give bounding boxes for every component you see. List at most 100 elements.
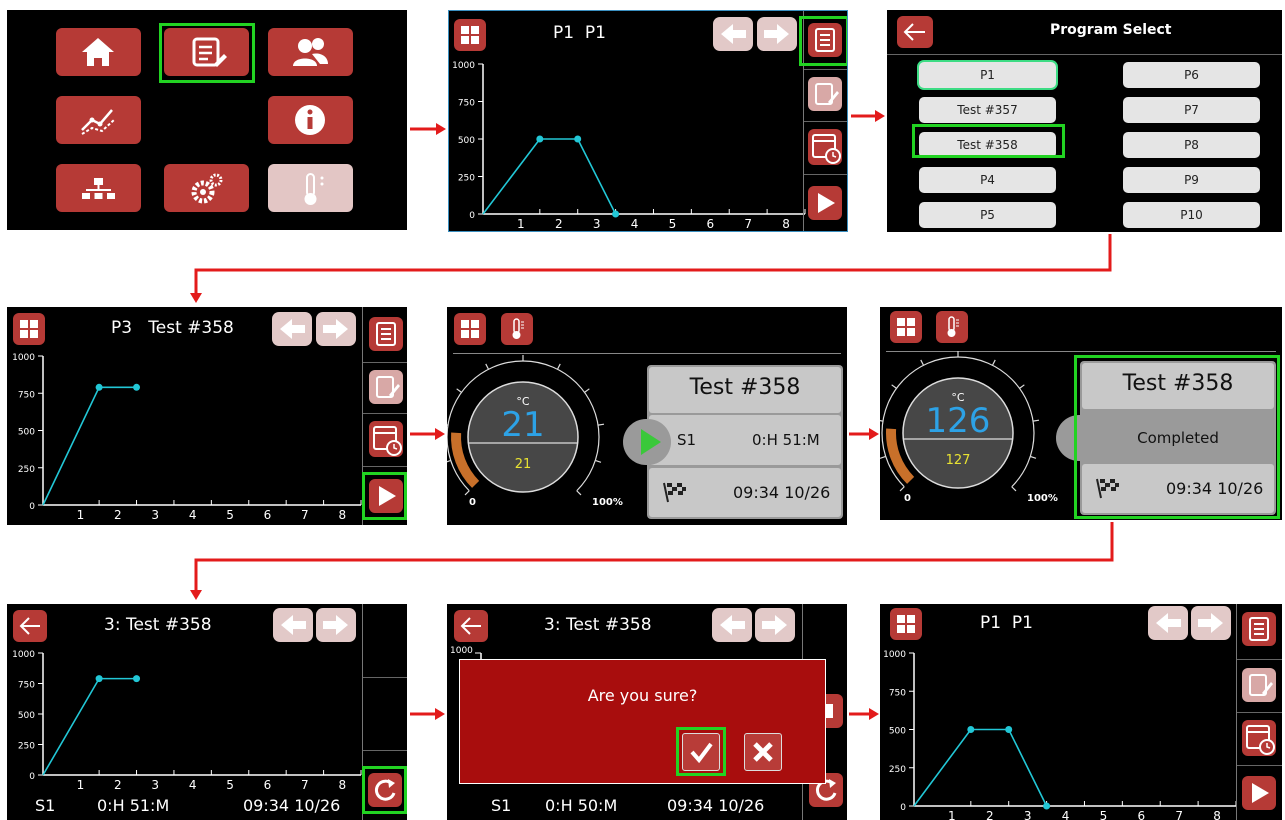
profile-line <box>42 677 137 776</box>
edit-program-button[interactable] <box>369 370 403 404</box>
program-right-0[interactable]: P6 <box>1123 62 1260 88</box>
arrow-7-8 <box>410 708 445 720</box>
y-tick-label: 500 <box>458 136 475 146</box>
schedule-button[interactable] <box>369 421 403 457</box>
profile-graph: 1000 750 500 250 0 1 2 3 4 5 6 7 8 <box>12 353 362 522</box>
list-icon <box>1249 617 1269 641</box>
users-button[interactable] <box>268 28 353 76</box>
end-time: 09:34 10/26 <box>667 796 765 815</box>
confirm-no-button[interactable] <box>744 733 782 771</box>
remaining-time: 0:H 50:M <box>545 796 618 815</box>
thermometer-button[interactable] <box>936 311 968 343</box>
close-icon <box>753 742 773 762</box>
calendar-clock-icon <box>1246 725 1275 755</box>
y-tick-label: 0 <box>469 211 475 221</box>
network-button[interactable] <box>56 164 141 212</box>
gauge-tick <box>920 359 925 366</box>
x-tick-label: 6 <box>706 217 714 231</box>
program-left-1[interactable]: Test #357 <box>919 97 1056 123</box>
arrow-4-5 <box>410 428 445 440</box>
gauge-min-label: 0 <box>469 497 476 508</box>
graph-screen-p1: P1 P1 1000 750 500 250 0 1 2 3 4 5 6 7 8 <box>448 10 848 232</box>
calendar-clock-icon <box>373 426 402 456</box>
y-tick-label: 1000 <box>12 650 35 660</box>
current-temperature: 21 <box>501 405 545 445</box>
edit-icon <box>815 83 839 105</box>
restart-highlight <box>362 766 407 814</box>
settings-button[interactable] <box>164 164 249 212</box>
profile-line <box>42 386 137 506</box>
program-right-1[interactable]: P7 <box>1123 97 1260 123</box>
program-right-3[interactable]: P9 <box>1123 167 1260 193</box>
program-left-3[interactable]: P4 <box>919 167 1056 193</box>
program-right-4[interactable]: P10 <box>1123 202 1260 228</box>
x-tick-label: 3 <box>593 217 601 231</box>
gauge-max-label: 100% <box>1027 493 1058 504</box>
edit-program-button[interactable] <box>808 77 842 111</box>
temperature-gauge: °C 21 21 0 100% <box>447 355 623 515</box>
chart-button[interactable] <box>56 96 141 144</box>
schedule-button[interactable] <box>808 129 842 165</box>
x-tick-label: 1 <box>948 809 956 820</box>
schedule-button[interactable] <box>1242 720 1276 756</box>
profile-point <box>95 675 103 683</box>
y-tick-label: 750 <box>18 681 35 691</box>
x-tick-label: 1 <box>77 778 85 792</box>
menu-button[interactable] <box>454 313 486 345</box>
profile-line <box>482 138 617 215</box>
program-list-button[interactable] <box>1242 612 1276 646</box>
thermometer-icon <box>304 173 324 205</box>
x-tick-label: 8 <box>782 217 790 231</box>
x-tick-label: 4 <box>631 217 639 231</box>
y-tick-label: 1000 <box>883 650 906 660</box>
completed-card-highlight <box>1074 355 1280 519</box>
program-list-button[interactable] <box>369 317 403 351</box>
gauge-tick <box>595 459 602 463</box>
gauge-tick <box>991 359 996 366</box>
x-tick-label: 6 <box>264 508 272 522</box>
program-select-screen: Program Select P1 Test #357 Test #358 P4 P5 … <box>887 10 1282 232</box>
start-button[interactable] <box>808 186 842 220</box>
home-button[interactable] <box>56 28 141 76</box>
thermometer-icon <box>947 316 959 337</box>
gauge-tick <box>556 363 561 370</box>
arrow-2-3 <box>851 110 885 122</box>
program-left-4[interactable]: P5 <box>919 202 1056 228</box>
x-tick-label: 5 <box>669 217 677 231</box>
program-left-0[interactable]: P1 <box>919 62 1056 88</box>
header-divider <box>453 353 841 354</box>
program-name: Test #358 <box>689 375 801 400</box>
y-tick-label: 250 <box>18 465 35 475</box>
gauge-tick <box>1030 455 1037 459</box>
info-button[interactable] <box>268 96 353 144</box>
profile-graph: 1000 750 500 250 0 1 2 3 4 5 6 7 8 <box>452 61 806 231</box>
play-icon <box>818 193 835 213</box>
profile-point <box>574 135 582 143</box>
y-tick-label: 500 <box>889 727 906 737</box>
x-tick-label: 5 <box>226 778 234 792</box>
play-icon <box>1252 783 1269 803</box>
info-icon <box>295 105 325 135</box>
back-button[interactable] <box>897 16 933 48</box>
start-button[interactable] <box>1242 776 1276 810</box>
thermometer-button[interactable] <box>268 164 353 212</box>
program-edit-highlight <box>159 23 255 83</box>
thermometer-button[interactable] <box>501 313 533 345</box>
gauge-tick <box>456 388 462 393</box>
test358-highlight <box>912 124 1065 158</box>
y-tick-label: 0 <box>29 772 35 782</box>
y-tick-label: 250 <box>18 742 35 752</box>
menu-button[interactable] <box>890 311 922 343</box>
x-tick-label: 7 <box>744 217 752 231</box>
confirm-dialog: Are you sure? <box>459 659 826 784</box>
grid-menu-icon <box>897 318 915 336</box>
gauge-tick <box>576 490 582 496</box>
gauge-tick <box>1019 384 1025 389</box>
y-tick-label: 250 <box>889 765 906 775</box>
program-right-2[interactable]: P8 <box>1123 132 1260 158</box>
edit-program-button[interactable] <box>1242 668 1276 702</box>
grid-menu-icon <box>461 320 479 338</box>
profile-point <box>133 383 141 391</box>
profile-graph: 1000 750 500 250 0 1 2 3 4 5 6 7 8 <box>12 650 362 792</box>
temperature-gauge: °C 126 127 0 100% <box>880 351 1058 511</box>
